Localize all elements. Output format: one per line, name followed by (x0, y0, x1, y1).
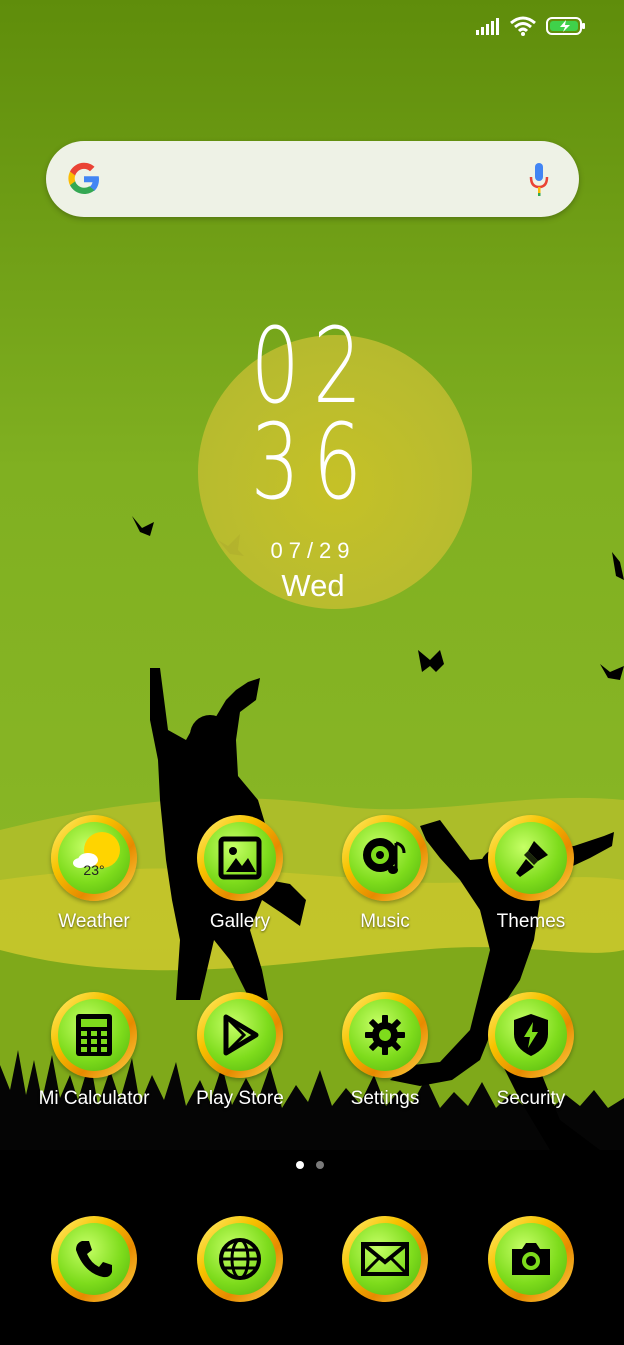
battery-charging-icon (546, 17, 585, 35)
search-input[interactable] (124, 159, 488, 201)
shield-icon (514, 1014, 548, 1056)
gear-icon (365, 1015, 405, 1055)
page-indicator (296, 1161, 324, 1169)
app-label: Settings (350, 1088, 420, 1109)
app-label: Music (360, 911, 410, 932)
app-mi-calculator[interactable]: Mi Calculator (21, 992, 167, 1110)
gallery-icon (218, 836, 262, 880)
clock-day: Wed (281, 568, 345, 603)
app-label: Play Store (196, 1088, 284, 1109)
app-themes[interactable]: Themes (458, 815, 604, 933)
clock-widget-time[interactable]: 02 36 (229, 305, 396, 523)
dock-messages[interactable] (312, 1216, 458, 1302)
wifi-icon (510, 16, 536, 36)
microphone-icon[interactable] (529, 161, 549, 197)
calculator-icon (76, 1014, 112, 1056)
signal-icon (476, 18, 499, 35)
page-dot-1[interactable] (296, 1161, 304, 1169)
app-label: Themes (496, 911, 566, 932)
clock-date: 07/29 (270, 538, 356, 563)
google-logo-icon (68, 162, 99, 194)
weather-temperature: 23° (83, 862, 105, 878)
app-label: Security (496, 1088, 566, 1109)
app-settings[interactable]: Settings (312, 992, 458, 1110)
messages-envelope-icon (361, 1242, 409, 1276)
weather-icon (73, 832, 120, 868)
status-bar (476, 16, 586, 36)
browser-globe-icon (219, 1238, 261, 1280)
app-weather[interactable]: 23° Weather (21, 815, 167, 933)
page-dot-2[interactable] (316, 1161, 324, 1169)
google-search-bar[interactable] (46, 141, 579, 217)
app-play-store[interactable]: Play Store (167, 992, 313, 1110)
play-store-icon (223, 1014, 259, 1056)
app-music[interactable]: Music (312, 815, 458, 933)
app-gallery[interactable]: Gallery (167, 815, 313, 933)
camera-icon (512, 1243, 550, 1275)
dock-camera[interactable] (458, 1216, 604, 1302)
app-security[interactable]: Security (458, 992, 604, 1110)
clock-minute: 36 (250, 401, 376, 523)
app-label: Mi Calculator (38, 1088, 150, 1109)
app-label: Gallery (209, 911, 271, 932)
clock-hour: 02 (250, 305, 376, 427)
app-label: Weather (58, 911, 130, 932)
music-icon (363, 838, 406, 874)
phone-icon (76, 1241, 112, 1278)
dock-phone[interactable] (21, 1216, 167, 1302)
dock-browser[interactable] (167, 1216, 313, 1302)
themes-brush-icon (516, 841, 548, 877)
